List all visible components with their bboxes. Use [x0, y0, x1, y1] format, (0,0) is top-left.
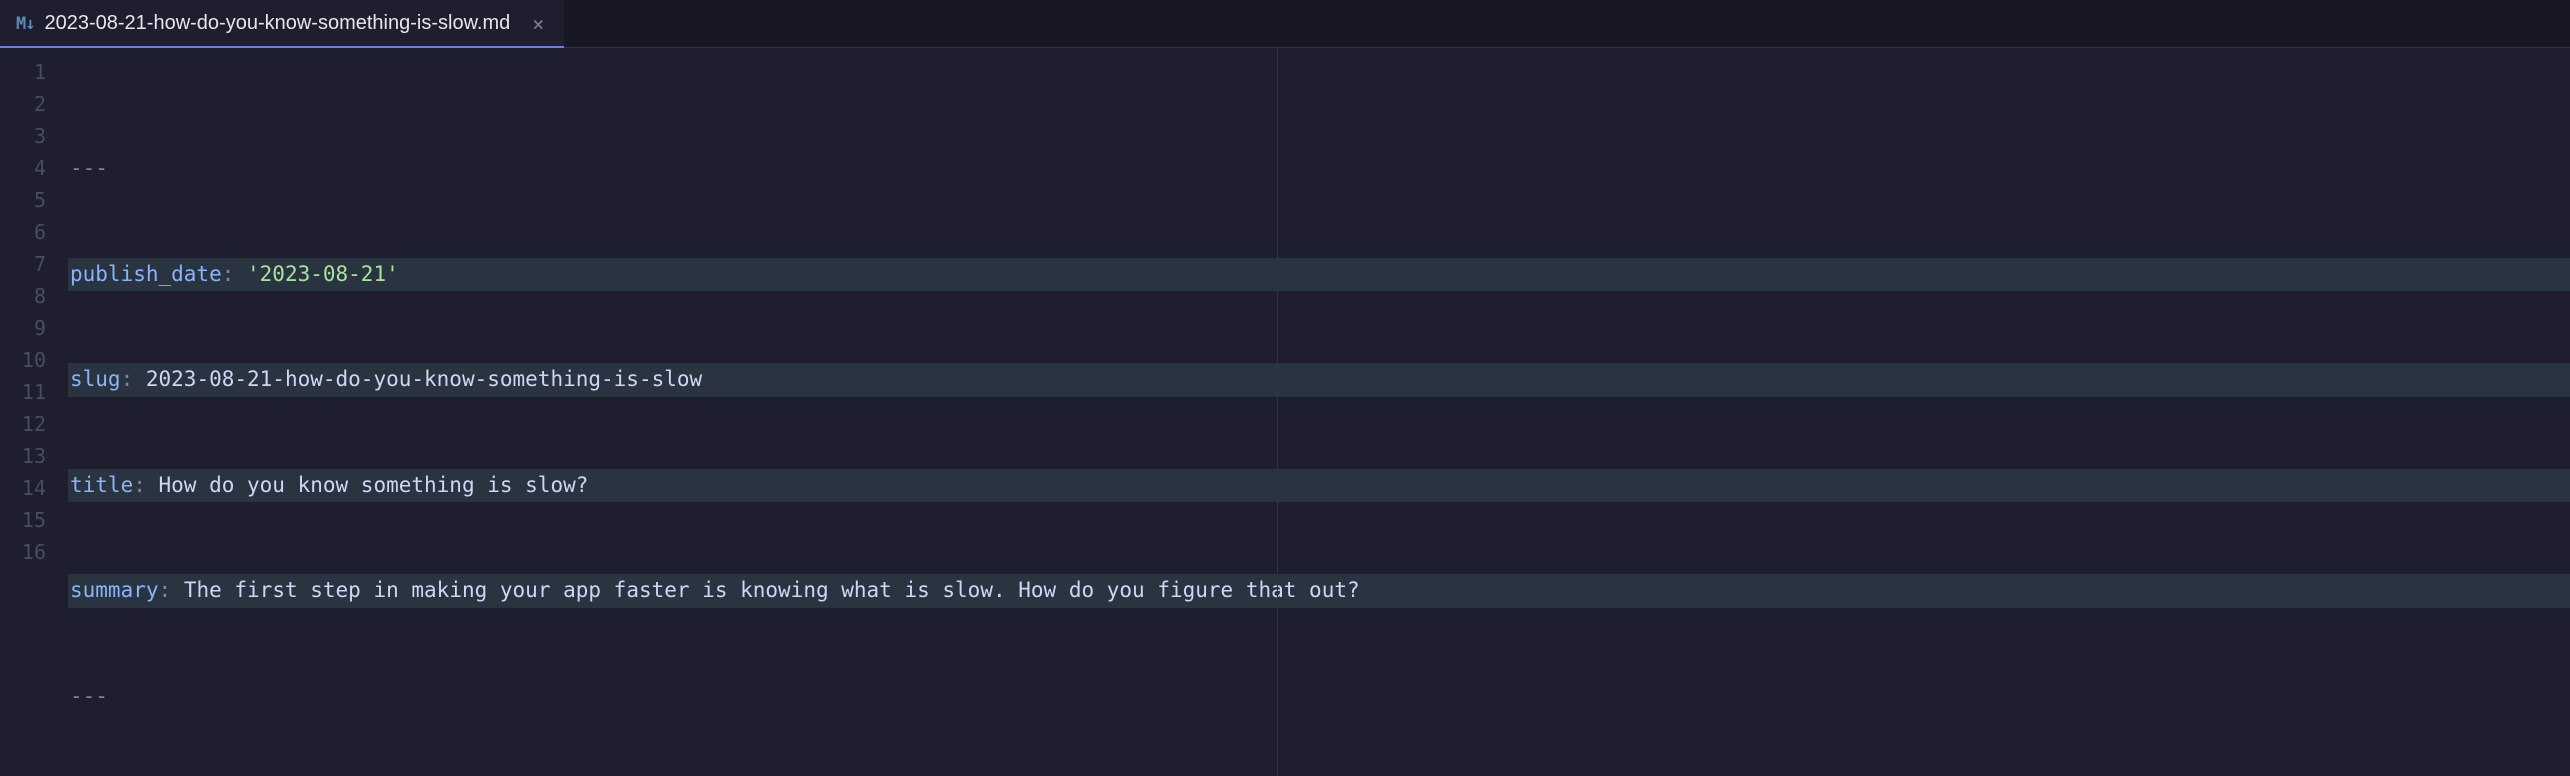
line-number: 10 — [0, 344, 46, 376]
code-area[interactable]: --- publish_date: '2023-08-21' slug: 202… — [64, 48, 2570, 776]
line-number: 12 — [0, 408, 46, 440]
editor: 1 2 3 4 5 6 7 8 9 10 11 12 13 14 15 16 -… — [0, 48, 2570, 776]
yaml-key: summary — [70, 574, 159, 608]
line-number: 9 — [0, 312, 46, 344]
close-icon[interactable]: × — [528, 14, 548, 34]
line-number: 5 — [0, 184, 46, 216]
code-line: publish_date: '2023-08-21' — [68, 258, 2570, 292]
ruler — [1277, 48, 1278, 776]
line-number: 2 — [0, 88, 46, 120]
yaml-value: How do you know something is slow? — [159, 469, 589, 503]
line-number: 14 — [0, 472, 46, 504]
markdown-icon: M↓ — [16, 14, 34, 34]
line-number: 11 — [0, 376, 46, 408]
yaml-value: '2023-08-21' — [247, 258, 399, 292]
line-number: 6 — [0, 216, 46, 248]
frontmatter-delim: --- — [70, 680, 108, 714]
code-line: --- — [68, 680, 2570, 714]
code-line: slug: 2023-08-21-how-do-you-know-somethi… — [68, 363, 2570, 397]
line-number: 8 — [0, 280, 46, 312]
code-line: summary: The first step in making your a… — [68, 574, 2570, 608]
line-number: 15 — [0, 504, 46, 536]
yaml-value: 2023-08-21-how-do-you-know-something-is-… — [146, 363, 702, 397]
editor-tab[interactable]: M↓ 2023-08-21-how-do-you-know-something-… — [0, 0, 565, 47]
line-number: 16 — [0, 536, 46, 568]
yaml-key: slug — [70, 363, 121, 397]
yaml-key: publish_date — [70, 258, 222, 292]
code-line: --- — [68, 152, 2570, 186]
line-gutter: 1 2 3 4 5 6 7 8 9 10 11 12 13 14 15 16 — [0, 48, 64, 776]
frontmatter-delim: --- — [70, 152, 108, 186]
tab-bar: M↓ 2023-08-21-how-do-you-know-something-… — [0, 0, 2570, 48]
yaml-key: title — [70, 469, 133, 503]
tab-title: 2023-08-21-how-do-you-know-something-is-… — [44, 12, 510, 35]
line-number: 1 — [0, 56, 46, 88]
code-line: title: How do you know something is slow… — [68, 469, 2570, 503]
yaml-value: The first step in making your app faster… — [184, 574, 1360, 608]
line-number: 4 — [0, 152, 46, 184]
line-number: 7 — [0, 248, 46, 280]
line-number: 3 — [0, 120, 46, 152]
line-number: 13 — [0, 440, 46, 472]
